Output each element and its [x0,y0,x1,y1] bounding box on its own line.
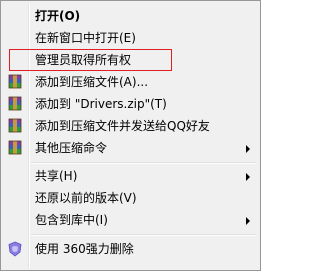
winrar-archive-icon [8,74,22,89]
menu-item-label: 包含到库中(I) [35,213,108,227]
menu-separator [31,162,256,164]
menu-item-label: 打开(O) [35,9,81,23]
menu-item-add-to-archive[interactable]: 添加到压缩文件(A)... [3,71,258,93]
context-menu: 打开(O) 在新窗口中打开(E) 管理员取得所有权 添加到压缩文件(A)... … [0,0,261,271]
menu-item-add-and-send-qq[interactable]: 添加到压缩文件并发送给QQ好友 [3,115,258,137]
submenu-arrow-icon [246,145,250,153]
360-shield-icon [8,241,22,257]
menu-item-label: 共享(H) [35,169,78,183]
submenu-arrow-icon [246,217,250,225]
menu-item-label: 还原以前的版本(V) [35,191,137,205]
menu-item-label: 添加到压缩文件(A)... [35,75,149,89]
menu-item-share[interactable]: 共享(H) [3,165,258,187]
menu-item-label: 在新窗口中打开(E) [35,31,136,45]
menu-item-label: 添加到 "Drivers.zip"(T) [35,97,167,111]
menu-item-label: 其他压缩命令 [35,141,108,155]
winrar-archive-icon [8,96,22,111]
menu-separator [31,234,256,236]
winrar-archive-icon [8,140,22,155]
menu-item-label: 添加到压缩文件并发送给QQ好友 [35,119,210,133]
menu-item-open-new-window[interactable]: 在新窗口中打开(E) [3,27,258,49]
menu-item-restore-previous-versions[interactable]: 还原以前的版本(V) [3,187,258,209]
menu-item-open[interactable]: 打开(O) [3,5,258,27]
menu-item-take-ownership[interactable]: 管理员取得所有权 [3,49,258,71]
menu-item-add-to-drivers-zip[interactable]: 添加到 "Drivers.zip"(T) [3,93,258,115]
menu-item-label: 管理员取得所有权 [35,53,132,67]
winrar-archive-icon [8,118,22,133]
menu-item-360-force-delete[interactable]: 使用 360强力删除 [3,238,258,260]
menu-item-other-compress-commands[interactable]: 其他压缩命令 [3,137,258,159]
menu-item-label: 使用 360强力删除 [35,242,134,256]
submenu-arrow-icon [246,173,250,181]
menu-item-include-in-library[interactable]: 包含到库中(I) [3,209,258,231]
